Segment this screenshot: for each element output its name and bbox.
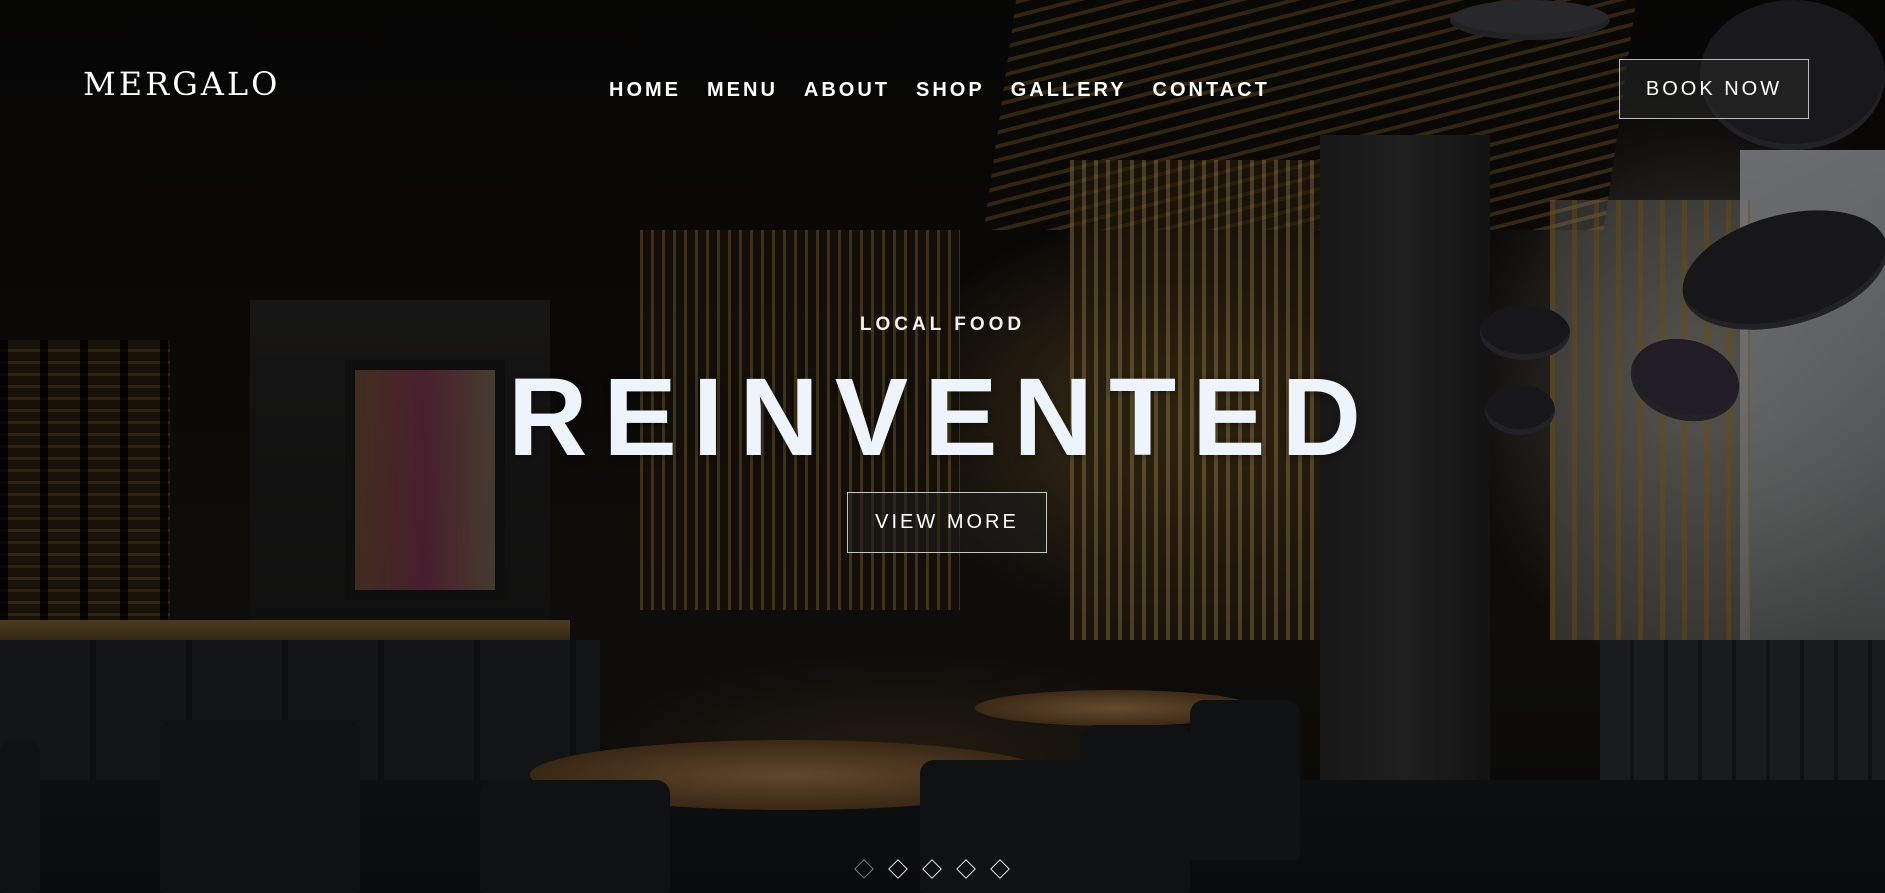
view-more-button[interactable]: VIEW MORE <box>847 492 1047 553</box>
book-now-button[interactable]: BOOK NOW <box>1619 59 1809 119</box>
logo[interactable]: MERGALO <box>83 68 280 100</box>
slide-dot-4[interactable] <box>956 859 976 879</box>
hero-title: REINVENTED <box>508 356 1377 479</box>
nav-item-about[interactable]: ABOUT <box>804 78 890 102</box>
slide-dot-3[interactable] <box>922 859 942 879</box>
slide-dot-2[interactable] <box>888 859 908 879</box>
nav-item-gallery[interactable]: GALLERY <box>1011 78 1127 102</box>
slide-dot-5[interactable] <box>990 859 1010 879</box>
slide-dot-1[interactable] <box>854 859 874 879</box>
nav-item-contact[interactable]: CONTACT <box>1153 78 1270 102</box>
nav-item-home[interactable]: HOME <box>609 78 681 102</box>
slider-pagination <box>854 859 1010 879</box>
hero-eyebrow: LOCAL FOOD <box>859 314 1026 335</box>
nav-item-shop[interactable]: SHOP <box>916 78 985 102</box>
nav-item-menu[interactable]: MENU <box>707 78 778 102</box>
main-nav: HOME MENU ABOUT SHOP GALLERY CONTACT <box>609 78 1296 102</box>
